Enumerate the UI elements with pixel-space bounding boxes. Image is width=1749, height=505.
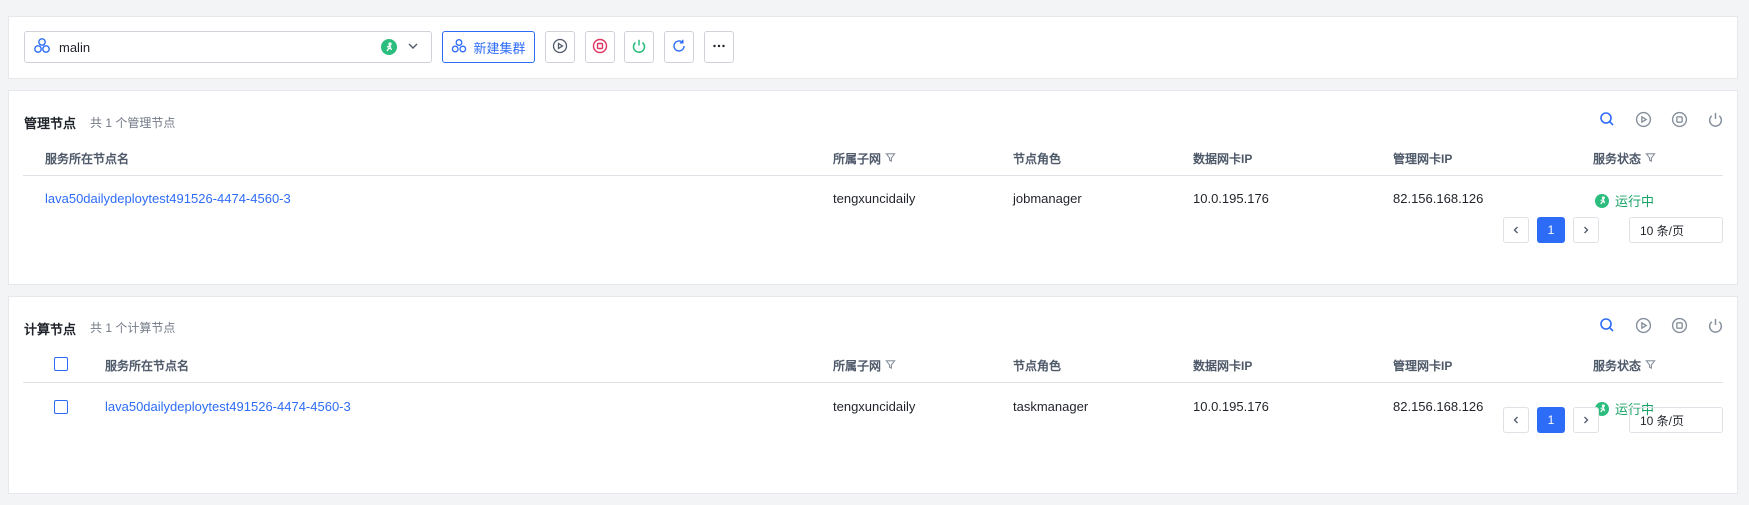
filter-icon[interactable] xyxy=(1645,152,1656,166)
column-header: 数据网卡IP xyxy=(1193,359,1253,373)
page-size-select[interactable]: 10 条/页 xyxy=(1629,217,1723,243)
stop-circle-icon[interactable] xyxy=(1669,109,1689,129)
cluster-name: malin xyxy=(59,39,91,55)
column-header: 节点角色 xyxy=(1013,152,1062,166)
subnet-cell: tengxuncidaily xyxy=(833,191,916,206)
next-page-button[interactable] xyxy=(1573,407,1599,433)
more-button[interactable] xyxy=(704,31,734,63)
page-size-select[interactable]: 10 条/页 xyxy=(1629,407,1723,433)
compute-tools xyxy=(1597,315,1725,335)
play-circle-icon[interactable] xyxy=(1633,109,1653,129)
stop-circle-icon xyxy=(592,38,608,57)
column-header: 服务状态 xyxy=(1593,150,1656,167)
column-header: 数据网卡IP xyxy=(1193,152,1253,166)
more-icon xyxy=(711,38,727,57)
cluster-icon xyxy=(33,37,51,58)
manager-nodes-title: 管理节点 xyxy=(24,116,77,131)
subnet-cell: tengxuncidaily xyxy=(833,399,916,414)
manager-nodes-panel: 管理节点 共 1 个管理节点 服务所在节点名 所属子网 节点角色 数据网卡IP … xyxy=(8,90,1738,285)
current-page[interactable]: 1 xyxy=(1537,407,1565,433)
node-name-link[interactable]: lava50dailydeploytest491526-4474-4560-3 xyxy=(105,399,351,414)
pagination: 1 10 条/页 xyxy=(1503,407,1723,433)
stop-circle-icon[interactable] xyxy=(1669,315,1689,335)
manager-tools xyxy=(1597,109,1725,129)
cluster-add-icon xyxy=(451,38,467,57)
running-status-icon xyxy=(381,39,397,55)
column-header: 所属子网 xyxy=(833,357,896,374)
current-page[interactable]: 1 xyxy=(1537,217,1565,243)
table-header: 服务所在节点名 所属子网 节点角色 数据网卡IP 管理网卡IP 服务状态 xyxy=(23,138,1723,176)
search-icon[interactable] xyxy=(1597,315,1617,335)
cluster-select[interactable]: malin xyxy=(24,31,432,63)
new-cluster-label: 新建集群 xyxy=(473,40,526,56)
table-row: lava50dailydeploytest491526-4474-4560-3 … xyxy=(23,177,1723,221)
search-icon[interactable] xyxy=(1597,109,1617,129)
column-header: 管理网卡IP xyxy=(1393,359,1453,373)
data-ip-cell: 10.0.195.176 xyxy=(1193,191,1269,206)
select-all-checkbox[interactable] xyxy=(54,357,68,371)
node-name-link[interactable]: lava50dailydeploytest491526-4474-4560-3 xyxy=(45,191,291,206)
chevron-down-icon xyxy=(407,40,419,55)
next-page-button[interactable] xyxy=(1573,217,1599,243)
table-row: lava50dailydeploytest491526-4474-4560-3 … xyxy=(23,385,1723,429)
column-header: 节点角色 xyxy=(1013,359,1062,373)
new-cluster-button[interactable]: 新建集群 xyxy=(442,31,535,63)
compute-nodes-panel: 计算节点 共 1 个计算节点 服务所在节点名 所属子网 节点角色 数据网卡IP … xyxy=(8,296,1738,494)
column-header: 服务状态 xyxy=(1593,357,1656,374)
column-header: 管理网卡IP xyxy=(1393,152,1453,166)
refresh-icon xyxy=(671,38,687,57)
data-ip-cell: 10.0.195.176 xyxy=(1193,399,1269,414)
filter-icon[interactable] xyxy=(1645,359,1656,373)
column-header: 服务所在节点名 xyxy=(45,152,130,166)
power-icon xyxy=(631,38,647,57)
status-badge: 运行中 xyxy=(1595,191,1654,210)
cluster-toolbar: malin 新建集群 xyxy=(8,16,1738,79)
play-circle-icon[interactable] xyxy=(1633,315,1653,335)
column-header: 服务所在节点名 xyxy=(105,359,190,373)
power-icon[interactable] xyxy=(1705,315,1725,335)
prev-page-button[interactable] xyxy=(1503,407,1529,433)
manager-nodes-count: 共 1 个管理节点 xyxy=(90,116,176,130)
prev-page-button[interactable] xyxy=(1503,217,1529,243)
table-header: 服务所在节点名 所属子网 节点角色 数据网卡IP 管理网卡IP 服务状态 xyxy=(23,345,1723,383)
filter-icon[interactable] xyxy=(885,152,896,166)
running-status-icon xyxy=(1595,193,1609,208)
column-header: 所属子网 xyxy=(833,150,896,167)
row-checkbox[interactable] xyxy=(54,400,68,414)
pagination: 1 10 条/页 xyxy=(1503,217,1723,243)
refresh-button[interactable] xyxy=(664,31,694,63)
power-button[interactable] xyxy=(624,31,654,63)
power-icon[interactable] xyxy=(1705,109,1725,129)
compute-nodes-count: 共 1 个计算节点 xyxy=(90,321,176,335)
mgmt-ip-cell: 82.156.168.126 xyxy=(1393,191,1484,206)
status-label: 运行中 xyxy=(1615,194,1655,209)
filter-icon[interactable] xyxy=(885,359,896,373)
mgmt-ip-cell: 82.156.168.126 xyxy=(1393,399,1484,414)
role-cell: taskmanager xyxy=(1013,399,1089,414)
play-circle-icon xyxy=(552,38,568,57)
start-button[interactable] xyxy=(545,31,575,63)
stop-button[interactable] xyxy=(585,31,615,63)
compute-nodes-title: 计算节点 xyxy=(24,322,77,337)
role-cell: jobmanager xyxy=(1013,191,1082,206)
